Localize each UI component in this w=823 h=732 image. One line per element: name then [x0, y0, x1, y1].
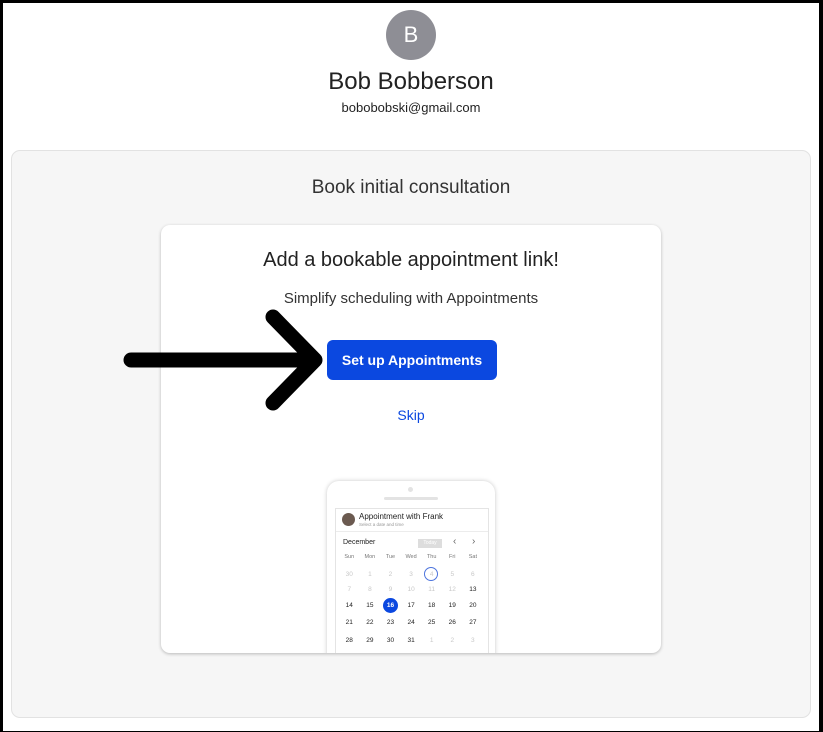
calendar-day[interactable]: 27 [463, 616, 484, 629]
calendar-day[interactable]: 23 [380, 616, 401, 629]
preview-title: Appointment with Frank [359, 512, 444, 521]
weekday-header: Sun Mon Tue Wed Thu Fri Sat [339, 554, 483, 560]
weekday-label: Sun [344, 554, 355, 560]
calendar-day[interactable]: 15 [360, 599, 381, 612]
calendar-day: 5 [450, 571, 455, 578]
calendar-day[interactable]: 16 [380, 598, 401, 613]
calendar-day[interactable]: 29 [360, 634, 381, 647]
preview-header: Appointment with Frank Select a date and… [336, 509, 488, 532]
card-subtitle: Simplify scheduling with Appointments [283, 290, 539, 307]
calendar-day: 7 [347, 586, 352, 593]
calendar-week-row: 30 1 2 3 4 5 6 [339, 567, 483, 581]
weekday-label: Wed [405, 554, 417, 560]
calendar-day[interactable]: 25 [421, 616, 442, 629]
weekday-label: Tue [385, 554, 396, 560]
calendar-day[interactable]: 31 [401, 634, 422, 647]
calendar-day: 2 [450, 637, 455, 644]
calendar-week-row: 7 8 9 10 11 12 13 [339, 583, 483, 596]
calendar-day: 8 [368, 586, 372, 593]
avatar: B [386, 10, 436, 60]
skip-link-text[interactable]: Skip [397, 407, 424, 423]
page: B Bob Bobberson bobobobski@gmail.com Boo… [3, 3, 819, 731]
panel-title: Book initial consultation [311, 177, 511, 198]
preview-subtitle: Select a date and time [359, 522, 404, 527]
phone-preview-illustration: Appointment with Frank Select a date and… [327, 481, 495, 653]
today-chip: Today [418, 539, 442, 548]
calendar-week-row: 21 22 23 24 25 26 27 [339, 616, 483, 629]
calendar-day: 9 [388, 586, 393, 593]
preview-month: December [343, 539, 376, 546]
calendar-day: 11 [428, 586, 436, 593]
calendar-day[interactable]: 24 [401, 616, 422, 629]
calendar-day[interactable]: 28 [339, 634, 360, 647]
calendar-day: 2 [388, 571, 393, 578]
phone-speaker-bar [384, 497, 438, 500]
user-email: bobobobski@gmail.com [341, 100, 481, 115]
calendar-day: 4 [421, 567, 442, 581]
calendar-day[interactable]: 17 [401, 599, 422, 612]
calendar-day: 3 [471, 637, 475, 644]
calendar-day[interactable]: 26 [442, 616, 463, 629]
card-title: Add a bookable appointment link! [263, 249, 559, 271]
chevron-right-icon: › [472, 536, 476, 547]
weekday-label: Sat [468, 554, 477, 560]
weekday-label: Fri [449, 554, 456, 560]
user-name: Bob Bobberson [328, 68, 494, 95]
set-up-appointments-button[interactable]: Set up Appointments [327, 340, 497, 380]
calendar-day[interactable]: 20 [463, 599, 484, 612]
calendar-day[interactable]: 21 [339, 616, 360, 629]
calendar-day: 10 [407, 586, 415, 593]
calendar-day: 12 [448, 586, 456, 593]
host-avatar [342, 513, 355, 526]
calendar-day[interactable]: 19 [442, 599, 463, 612]
calendar-day: 30 [345, 571, 353, 578]
calendar-day: 1 [368, 571, 372, 578]
calendar-day: 3 [409, 571, 413, 578]
calendar-day[interactable]: 14 [339, 599, 360, 612]
calendar-day[interactable]: 18 [421, 599, 442, 612]
appointments-promo-card: Add a bookable appointment link! Simplif… [161, 225, 661, 653]
calendar-week-row: 28 29 30 31 1 2 3 [339, 634, 483, 647]
booking-panel: Book initial consultation Add a bookable… [11, 150, 811, 718]
calendar-preview-screen: Appointment with Frank Select a date and… [335, 508, 489, 653]
weekday-label: Thu [426, 554, 437, 560]
avatar-letter: B [403, 22, 419, 47]
chevron-left-icon: ‹ [453, 536, 457, 547]
calendar-day: 6 [471, 571, 475, 578]
calendar-day: 1 [429, 637, 434, 644]
calendar-day[interactable]: 30 [380, 634, 401, 647]
calendar-day[interactable]: 13 [463, 583, 484, 596]
calendar-day[interactable]: 22 [360, 616, 381, 629]
arrow-pointer-icon [123, 309, 323, 411]
phone-camera-dot [408, 487, 413, 492]
calendar-week-row: 14 15 16 17 18 19 20 [339, 598, 484, 613]
weekday-label: Mon [364, 554, 376, 560]
